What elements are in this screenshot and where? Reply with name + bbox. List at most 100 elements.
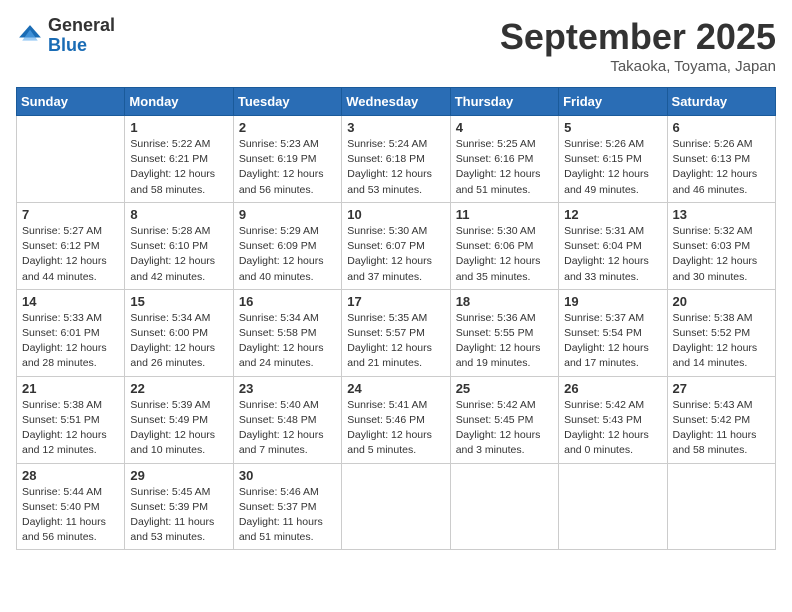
calendar-week-row: 21 Sunrise: 5:38 AM Sunset: 5:51 PM Dayli… [17,376,776,463]
calendar-week-row: 14 Sunrise: 5:33 AM Sunset: 6:01 PM Dayli… [17,289,776,376]
day-number: 2 [239,120,336,135]
day-number: 7 [22,207,119,222]
day-number: 4 [456,120,553,135]
calendar-cell: 26Sunrise: 5:42 AM Sunset: 5:43 PM Dayli… [559,376,667,463]
logo: General Blue [16,16,115,56]
day-info: Sunrise: 5:29 AM Sunset: 6:09 PM Dayligh… [239,224,336,285]
day-info: Sunrise: 5:39 AM Sunset: 5:49 PM Dayligh… [130,398,227,459]
day-number: 12 [564,207,661,222]
calendar-cell: 30Sunrise: 5:46 AM Sunset: 5:37 PM Dayli… [233,463,341,550]
day-number: 22 [130,381,227,396]
calendar-week-row: 28Sunrise: 5:44 AM Sunset: 5:40 PM Dayli… [17,463,776,550]
calendar-cell: 12 Sunrise: 5:31 AM Sunset: 6:04 PM Dayli… [559,202,667,289]
calendar-cell: 18 Sunrise: 5:36 AM Sunset: 5:55 PM Dayli… [450,289,558,376]
day-info: Sunrise: 5:37 AM Sunset: 5:54 PM Dayligh… [564,311,661,372]
day-info: Sunrise: 5:26 AM Sunset: 6:15 PM Dayligh… [564,137,661,198]
day-number: 25 [456,381,553,396]
calendar-week-row: 7 Sunrise: 5:27 AM Sunset: 6:12 PM Daylig… [17,202,776,289]
logo-text: General Blue [48,16,115,56]
day-info: Sunrise: 5:27 AM Sunset: 6:12 PM Dayligh… [22,224,119,285]
day-info: Sunrise: 5:42 AM Sunset: 5:45 PM Dayligh… [456,398,553,459]
day-number: 18 [456,294,553,309]
day-info: Sunrise: 5:25 AM Sunset: 6:16 PM Dayligh… [456,137,553,198]
calendar-cell [559,463,667,550]
calendar-cell: 25 Sunrise: 5:42 AM Sunset: 5:45 PM Dayli… [450,376,558,463]
calendar-header-row: SundayMondayTuesdayWednesdayThursdayFrid… [17,88,776,116]
calendar-cell [342,463,450,550]
day-info: Sunrise: 5:38 AM Sunset: 5:51 PM Dayligh… [22,398,119,459]
calendar-cell [450,463,558,550]
column-header-monday: Monday [125,88,233,116]
calendar-cell: 2 Sunrise: 5:23 AM Sunset: 6:19 PM Daylig… [233,116,341,203]
day-info: Sunrise: 5:24 AM Sunset: 6:18 PM Dayligh… [347,137,444,198]
calendar-cell: 28Sunrise: 5:44 AM Sunset: 5:40 PM Dayli… [17,463,125,550]
column-header-sunday: Sunday [17,88,125,116]
day-number: 1 [130,120,227,135]
day-info: Sunrise: 5:40 AM Sunset: 5:48 PM Dayligh… [239,398,336,459]
day-info: Sunrise: 5:32 AM Sunset: 6:03 PM Dayligh… [673,224,770,285]
day-number: 11 [456,207,553,222]
calendar-cell: 21 Sunrise: 5:38 AM Sunset: 5:51 PM Dayli… [17,376,125,463]
day-number: 16 [239,294,336,309]
calendar-table: SundayMondayTuesdayWednesdayThursdayFrid… [16,87,776,550]
calendar-cell: 13 Sunrise: 5:32 AM Sunset: 6:03 PM Dayli… [667,202,775,289]
calendar-cell: 4 Sunrise: 5:25 AM Sunset: 6:16 PM Daylig… [450,116,558,203]
logo-general: General [48,16,115,36]
calendar-cell: 17Sunrise: 5:35 AM Sunset: 5:57 PM Dayli… [342,289,450,376]
column-header-friday: Friday [559,88,667,116]
calendar-cell: 9 Sunrise: 5:29 AM Sunset: 6:09 PM Daylig… [233,202,341,289]
day-info: Sunrise: 5:30 AM Sunset: 6:07 PM Dayligh… [347,224,444,285]
day-number: 6 [673,120,770,135]
calendar-cell: 10Sunrise: 5:30 AM Sunset: 6:07 PM Dayli… [342,202,450,289]
title-block: September 2025 Takaoka, Toyama, Japan [500,16,776,75]
column-header-wednesday: Wednesday [342,88,450,116]
calendar-cell: 15 Sunrise: 5:34 AM Sunset: 6:00 PM Dayli… [125,289,233,376]
calendar-cell [667,463,775,550]
day-info: Sunrise: 5:41 AM Sunset: 5:46 PM Dayligh… [347,398,444,459]
day-info: Sunrise: 5:33 AM Sunset: 6:01 PM Dayligh… [22,311,119,372]
day-number: 20 [673,294,770,309]
day-info: Sunrise: 5:38 AM Sunset: 5:52 PM Dayligh… [673,311,770,372]
day-number: 27 [673,381,770,396]
day-info: Sunrise: 5:34 AM Sunset: 6:00 PM Dayligh… [130,311,227,372]
page-header: General Blue September 2025 Takaoka, Toy… [16,16,776,75]
day-info: Sunrise: 5:28 AM Sunset: 6:10 PM Dayligh… [130,224,227,285]
day-info: Sunrise: 5:22 AM Sunset: 6:21 PM Dayligh… [130,137,227,198]
column-header-tuesday: Tuesday [233,88,341,116]
day-info: Sunrise: 5:31 AM Sunset: 6:04 PM Dayligh… [564,224,661,285]
day-number: 19 [564,294,661,309]
day-info: Sunrise: 5:44 AM Sunset: 5:40 PM Dayligh… [22,485,119,546]
day-number: 15 [130,294,227,309]
calendar-cell: 27 Sunrise: 5:43 AM Sunset: 5:42 PM Dayli… [667,376,775,463]
day-number: 13 [673,207,770,222]
day-number: 8 [130,207,227,222]
day-number: 21 [22,381,119,396]
calendar-cell: 14 Sunrise: 5:33 AM Sunset: 6:01 PM Dayli… [17,289,125,376]
calendar-cell: 7 Sunrise: 5:27 AM Sunset: 6:12 PM Daylig… [17,202,125,289]
day-number: 30 [239,468,336,483]
day-info: Sunrise: 5:43 AM Sunset: 5:42 PM Dayligh… [673,398,770,459]
day-number: 29 [130,468,227,483]
calendar-cell: 24 Sunrise: 5:41 AM Sunset: 5:46 PM Dayli… [342,376,450,463]
day-info: Sunrise: 5:30 AM Sunset: 6:06 PM Dayligh… [456,224,553,285]
calendar-cell: 11 Sunrise: 5:30 AM Sunset: 6:06 PM Dayli… [450,202,558,289]
calendar-cell: 1 Sunrise: 5:22 AM Sunset: 6:21 PM Daylig… [125,116,233,203]
day-number: 9 [239,207,336,222]
day-info: Sunrise: 5:36 AM Sunset: 5:55 PM Dayligh… [456,311,553,372]
day-info: Sunrise: 5:42 AM Sunset: 5:43 PM Dayligh… [564,398,661,459]
calendar-cell: 16Sunrise: 5:34 AM Sunset: 5:58 PM Dayli… [233,289,341,376]
month-title: September 2025 [500,16,776,58]
logo-icon [16,22,44,50]
calendar-cell: 3Sunrise: 5:24 AM Sunset: 6:18 PM Daylig… [342,116,450,203]
day-info: Sunrise: 5:23 AM Sunset: 6:19 PM Dayligh… [239,137,336,198]
day-number: 5 [564,120,661,135]
day-info: Sunrise: 5:45 AM Sunset: 5:39 PM Dayligh… [130,485,227,546]
calendar-cell: 6Sunrise: 5:26 AM Sunset: 6:13 PM Daylig… [667,116,775,203]
day-number: 14 [22,294,119,309]
calendar-cell: 5 Sunrise: 5:26 AM Sunset: 6:15 PM Daylig… [559,116,667,203]
day-info: Sunrise: 5:35 AM Sunset: 5:57 PM Dayligh… [347,311,444,372]
location: Takaoka, Toyama, Japan [500,58,776,75]
calendar-cell: 19 Sunrise: 5:37 AM Sunset: 5:54 PM Dayli… [559,289,667,376]
calendar-cell: 22 Sunrise: 5:39 AM Sunset: 5:49 PM Dayli… [125,376,233,463]
day-number: 24 [347,381,444,396]
